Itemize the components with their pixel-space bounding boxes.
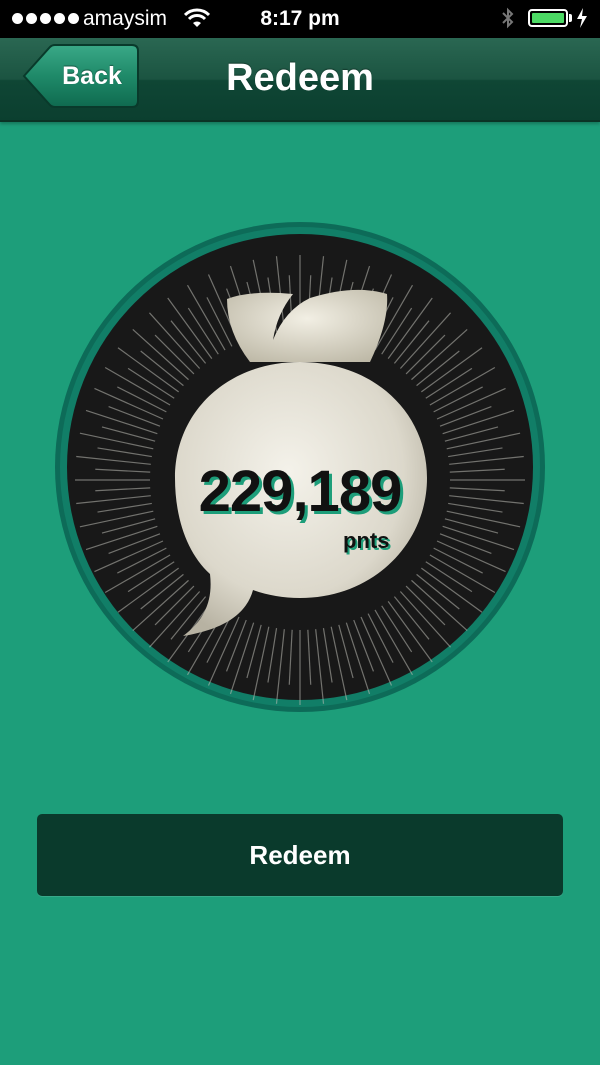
navigation-bar: Redeem Back — [0, 38, 600, 122]
back-button[interactable]: Back — [20, 44, 140, 108]
battery-tip — [569, 14, 572, 22]
charging-bolt-icon — [577, 8, 587, 28]
points-unit: pnts — [343, 528, 390, 553]
bluetooth-icon — [502, 7, 514, 29]
points-value: 229,189 — [198, 459, 403, 524]
status-bar: amaysim 8:17 pm — [0, 0, 600, 38]
battery-level — [532, 13, 564, 23]
battery-icon — [528, 9, 568, 27]
bag-top-shape — [227, 289, 388, 362]
redeem-button[interactable]: Redeem — [37, 814, 563, 896]
back-button-label: Back — [62, 62, 122, 90]
